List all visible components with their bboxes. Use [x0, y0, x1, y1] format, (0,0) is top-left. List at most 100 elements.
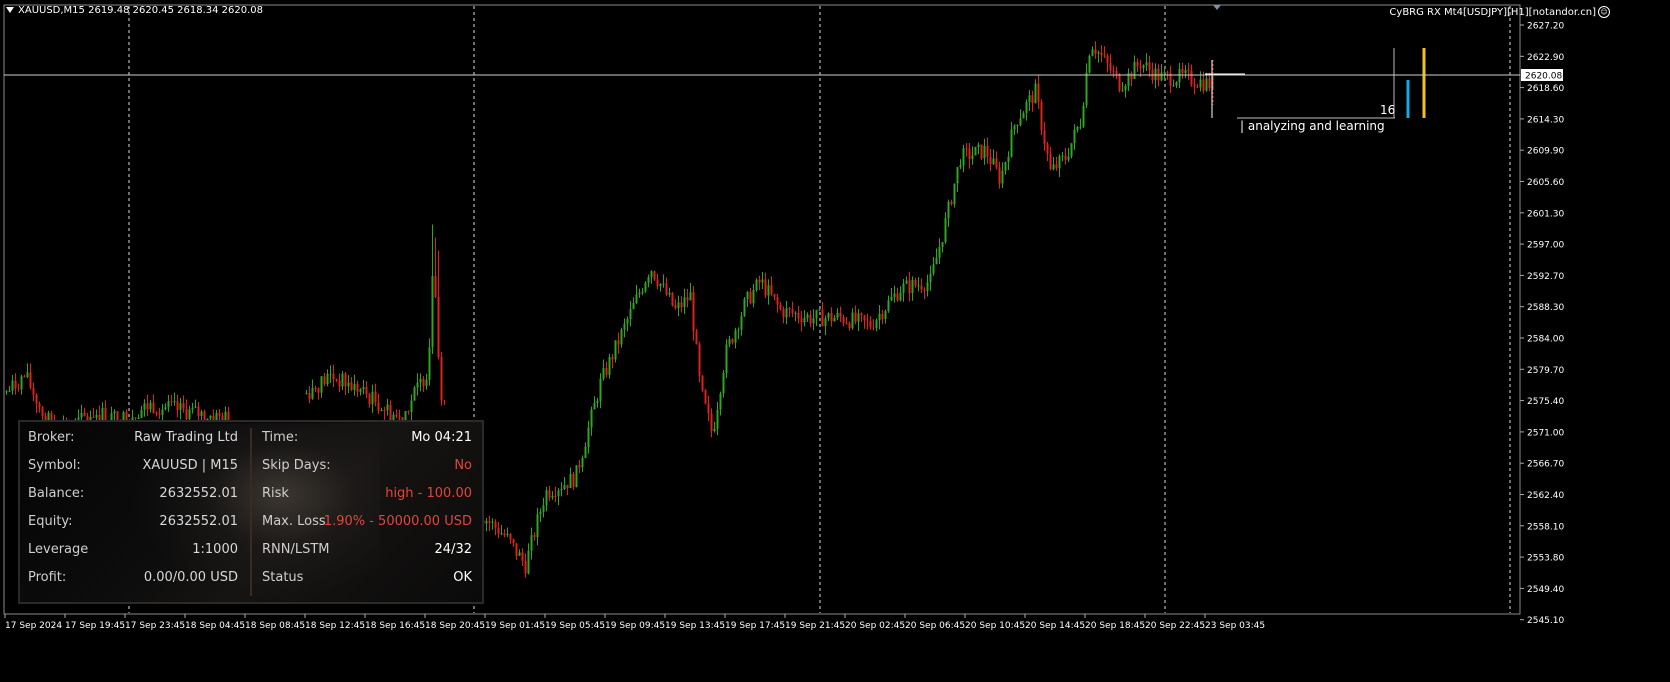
leverage-label: Leverage: [28, 542, 89, 557]
balance-label: Balance:: [28, 486, 85, 501]
rnn-lstm-value: 24/32: [434, 542, 472, 557]
candle-bear: [1130, 73, 1133, 80]
candle-bear: [701, 375, 704, 391]
candle-bull: [371, 391, 374, 405]
price-label: 2545.10: [1527, 616, 1564, 626]
candle-bull: [761, 279, 764, 283]
candle-bull: [95, 414, 98, 418]
candle-bull: [1088, 55, 1091, 73]
candle-bull: [1154, 68, 1157, 81]
candle-bull: [683, 297, 686, 308]
candle-bear: [509, 534, 512, 540]
candle-bull: [1073, 129, 1076, 144]
symbol-header[interactable]: XAUUSD,M15 2619.48 2620.45 2618.34 2620.…: [6, 5, 263, 16]
candle-bear: [32, 387, 35, 395]
candle-bull: [1091, 49, 1094, 56]
time-label: 19 Sep 01:45: [485, 621, 545, 631]
time-label: 19 Sep 09:45: [605, 621, 665, 631]
candle-bull: [143, 403, 146, 410]
candle-bear: [548, 490, 551, 498]
candle-bull: [662, 283, 665, 285]
candle-bull: [569, 473, 572, 489]
expert-advisor-label[interactable]: CyBRG RX Mt4[USDJPY][H1][notandor.cn] ☺: [1389, 6, 1610, 18]
candle-bear: [494, 521, 497, 528]
candle-bear: [488, 520, 491, 523]
candle-bear: [344, 373, 347, 387]
candle-bear: [980, 144, 983, 159]
candle-bear: [965, 148, 968, 150]
candle-bear: [968, 148, 971, 160]
candle-bear: [914, 279, 917, 286]
equity-value: 2632552.01: [159, 514, 238, 529]
candle-bear: [698, 344, 701, 376]
status-label: Status: [262, 570, 304, 585]
candle-bear: [218, 412, 221, 416]
candle-bull: [1199, 79, 1202, 88]
candle-bear: [671, 292, 674, 306]
candle-bear: [986, 145, 989, 157]
candle-bear: [1148, 62, 1151, 70]
time-label: 20 Sep 10:45: [965, 621, 1025, 631]
candle-bull: [620, 329, 623, 345]
candle-bull: [956, 167, 959, 184]
candle-bull: [875, 320, 878, 329]
candle-bear: [809, 314, 812, 324]
candle-bull: [719, 393, 722, 410]
candle-bear: [845, 322, 848, 324]
candle-bear: [185, 408, 188, 419]
candle-bull: [536, 514, 539, 538]
candle-bull: [1133, 61, 1136, 80]
candle-bull: [851, 312, 854, 329]
candle-bull: [200, 411, 203, 416]
candle-bull: [359, 389, 362, 392]
panel-row-balance: Balance: 2632552.01 Risk high - 100.00: [20, 480, 482, 508]
candle-bear: [1031, 95, 1034, 104]
candle-bear: [572, 473, 575, 488]
candle-bear: [1106, 55, 1109, 64]
candle-bear: [317, 388, 320, 393]
candle-bear: [1187, 69, 1190, 71]
time-label: 20 Sep 14:45: [1025, 621, 1085, 631]
candle-bear: [1109, 63, 1112, 71]
rnn-lstm-label: RNN/LSTM: [262, 542, 330, 557]
candle-bull: [614, 340, 617, 360]
candle-bull: [341, 373, 344, 387]
candle-bear: [17, 388, 20, 390]
candle-bull: [1058, 156, 1061, 169]
panel-row-equity: Equity: 2632552.01 Max. Loss 1.90% - 500…: [20, 508, 482, 536]
time-value: Mo 04:21: [411, 430, 472, 445]
candle-bear: [1094, 49, 1097, 54]
risk-value: high - 100.00: [385, 486, 472, 501]
candle-bull: [20, 376, 23, 390]
candle-bull: [947, 201, 950, 219]
candle-bear: [158, 413, 161, 415]
candle-bear: [197, 406, 200, 416]
candle-bear: [332, 373, 335, 380]
price-label: 2614.30: [1527, 115, 1564, 125]
candle-bull: [929, 273, 932, 283]
current-price-label: 2620.08: [1525, 72, 1562, 82]
candle-bull: [1004, 162, 1007, 171]
candle-bear: [29, 372, 32, 388]
candle-bull: [818, 309, 821, 311]
time-label: 17 Sep 2024: [5, 621, 62, 631]
candle-bull: [722, 372, 725, 394]
candle-bear: [998, 167, 1001, 184]
price-label: 2622.90: [1527, 53, 1564, 63]
candle-bear: [170, 401, 173, 403]
candle-bear: [788, 308, 791, 310]
candle-bear: [995, 158, 998, 168]
candle-bull: [785, 308, 788, 318]
collapse-triangle-icon[interactable]: [6, 7, 14, 13]
candle-bull: [716, 409, 719, 429]
time-label: 19 Sep 17:45: [725, 621, 785, 631]
price-label: 2566.70: [1527, 460, 1564, 470]
candle-bear: [368, 394, 371, 405]
broker-value: Raw Trading Ltd: [134, 430, 238, 445]
time-label: 18 Sep 12:45: [305, 621, 365, 631]
panel-row-profit: Profit: 0.00/0.00 USD Status OK: [20, 564, 482, 592]
profit-value: 0.00/0.00 USD: [143, 570, 238, 585]
candle-bear: [869, 321, 872, 328]
candle-bear: [779, 304, 782, 310]
candle-bear: [896, 293, 899, 301]
